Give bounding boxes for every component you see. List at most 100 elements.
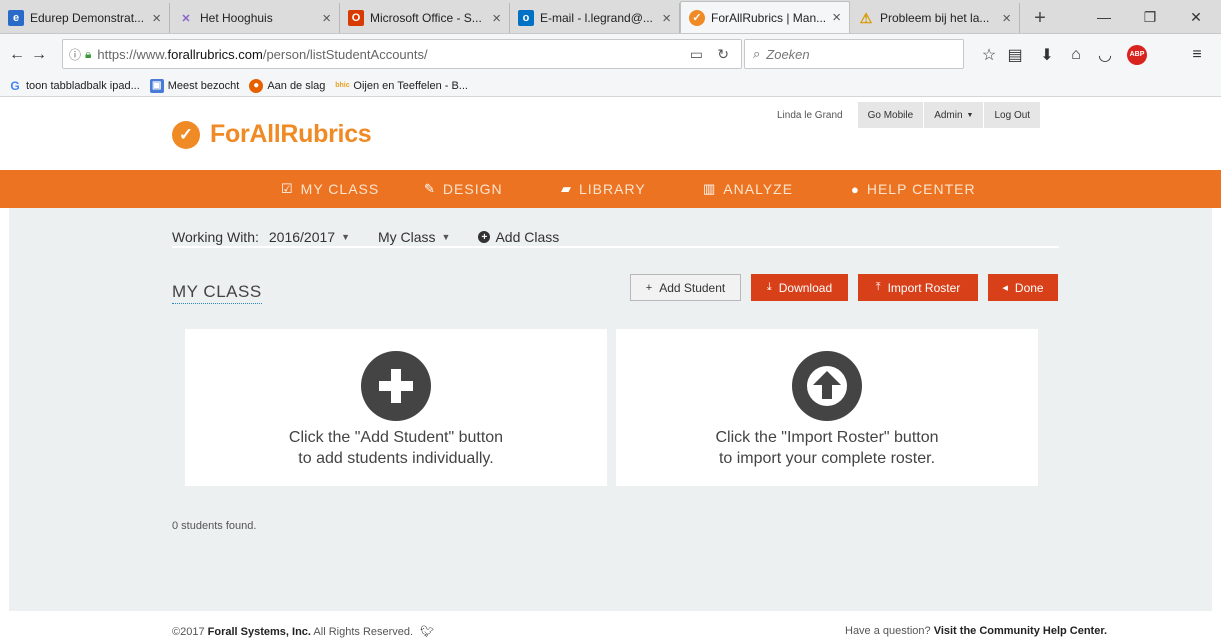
card-text-line: Click the "Import Roster" button [715,429,939,446]
done-button[interactable]: ◂ Done [988,274,1058,301]
logout-button[interactable]: Log Out [983,102,1041,128]
page-title: MY CLASS [172,282,262,304]
card-text: Click the "Import Roster" button to impo… [616,427,1038,469]
bookmarks-bar: G toon tabbladbalk ipad... ▣ Meest bezoc… [0,75,1221,97]
admin-menu-button[interactable]: Admin ▼ [923,102,984,128]
browser-tab[interactable]: ✕ Het Hooghuis × [170,3,340,33]
bookmark-label: Oijen en Teeffelen - B... [353,79,468,92]
browser-tab-bar: e Edurep Demonstrat... × ✕ Het Hooghuis … [0,0,1221,34]
tab-label: Microsoft Office - S... [370,11,482,25]
address-bar[interactable]: ⓘ 🔒︎ https://www. forallrubrics.com/perso… [62,39,742,69]
search-input[interactable]: ⌕ Zoeken [744,39,964,69]
browser-tab[interactable]: e Edurep Demonstrat... × [0,3,170,33]
url-host: forallrubrics.com [167,46,263,62]
add-student-card: Click the "Add Student" button to add st… [185,329,607,486]
bookmark-folder-icon: ▣ [149,78,164,93]
restore-icon[interactable]: ❐ [1127,0,1173,34]
bookmark[interactable]: ● Aan de slag [249,78,325,93]
checkmark-logo-icon: ✓ [172,120,200,149]
window-close-icon[interactable]: ✕ [1173,0,1219,34]
pencil-icon: ✎ [424,181,436,196]
forward-icon[interactable]: → [28,41,50,69]
nav-design[interactable]: ✎ DESIGN [424,170,503,208]
download-arrow-icon[interactable]: ⬇ [1034,42,1060,68]
rights-text: All Rights Reserved. [313,626,414,638]
download-button[interactable]: ⤓ Download [751,274,848,301]
browser-nav-bar: ← → ⓘ 🔒︎ https://www. forallrubrics.com/p… [0,34,1221,75]
warning-icon: ⚠ [859,9,873,26]
twitter-icon[interactable]: 🐦︎ [420,626,434,638]
footer: ©2017 Forall Systems, Inc. All Rights Re… [0,622,1221,639]
caret-left-icon: ◂ [1002,282,1008,294]
download-icon: ⤓ [766,281,772,293]
url-prefix: https://www. [97,46,168,62]
reload-icon[interactable]: ↻ [717,46,729,63]
minimize-icon[interactable]: — [1081,0,1127,34]
nav-library[interactable]: ▰ LIBRARY [561,170,646,208]
nav-help-center[interactable]: ● HELP CENTER [851,170,976,208]
go-mobile-button[interactable]: Go Mobile [856,102,924,128]
lock-icon: 🔒︎ [85,46,92,61]
browser-tab[interactable]: o E-mail - l.legrand@... × [510,3,680,33]
browser-tab[interactable]: O Microsoft Office - S... × [340,3,510,33]
card-text: Click the "Add Student" button to add st… [185,427,607,469]
nav-label: LIBRARY [579,181,646,197]
close-icon[interactable]: × [322,10,331,27]
admin-label: Admin [934,109,963,121]
search-placeholder: Zoeken [766,46,810,62]
adblock-icon[interactable]: ABP [1124,42,1150,68]
plus-circle-icon: + [478,231,491,243]
back-icon[interactable]: ← [6,41,28,69]
close-icon[interactable]: × [152,10,161,27]
url-path: /person/listStudentAccounts/ [262,46,428,62]
browser-tab[interactable]: ⚠ Probleem bij het la... × [850,3,1020,33]
import-roster-button[interactable]: ⤒ Import Roster [858,274,978,301]
bookmark[interactable]: bhic Oijen en Teeffelen - B... [335,79,468,93]
add-class-link[interactable]: + Add Class [478,229,559,245]
import-icon: ⤒ [875,281,881,293]
library-icon[interactable]: ▤ [1002,42,1028,68]
menu-icon[interactable]: ≡ [1184,42,1210,68]
help-center-link[interactable]: Visit the Community Help Center. [934,625,1107,637]
search-icon: ⌕ [753,46,761,61]
download-label: Download [778,280,833,295]
nav-my-class[interactable]: ☑ MY CLASS [281,170,379,208]
site-logo[interactable]: ✓ ForAllRubrics [172,120,372,149]
bookmark-label: Meest bezocht [167,79,240,92]
working-with-bar: Working With: 2016/2017 ▼ My Class ▼ + Add … [172,228,1059,248]
card-text-line: to import your complete roster. [718,450,936,467]
working-with-label: Working With: [172,229,259,245]
user-name[interactable]: Linda le Grand [763,102,857,128]
add-class-label: Add Class [495,229,560,245]
firefox-icon: ● [249,78,264,93]
add-student-button[interactable]: + Add Student [630,274,741,301]
tab-label: Het Hooghuis [200,11,273,25]
reader-view-icon[interactable]: ▭ [690,46,703,63]
nav-analyze[interactable]: ▥ ANALYZE [703,170,793,208]
plus-circle-icon [361,351,431,421]
main-nav: ☑ MY CLASS ✎ DESIGN ▰ LIBRARY ▥ ANALYZE … [0,170,1221,208]
close-icon[interactable]: × [1002,10,1011,27]
pocket-icon[interactable]: ◡ [1092,42,1118,68]
caret-down-icon: ▼ [341,232,350,242]
star-icon[interactable]: ☆ [976,42,1002,68]
hooghuis-icon: ✕ [181,12,191,25]
year-select[interactable]: 2016/2017 ▼ [269,229,350,245]
company-name[interactable]: Forall Systems, Inc. [208,626,311,638]
logo-text-bold: ForAll [210,120,281,148]
close-icon[interactable]: × [662,10,671,27]
close-icon[interactable]: × [492,10,501,27]
close-icon[interactable]: × [832,9,841,26]
browser-tab-active[interactable]: ✓ ForAllRubrics | Man... × [680,1,850,33]
bookmark[interactable]: ▣ Meest bezocht [149,78,240,93]
bookmark[interactable]: G toon tabbladbalk ipad... [8,79,139,93]
plus-icon: + [645,281,653,294]
info-icon[interactable]: ⓘ [69,46,81,63]
class-select[interactable]: My Class ▼ [378,229,450,245]
logo-text: ForAllRubrics [210,120,372,149]
new-tab-button[interactable]: + [1020,3,1060,33]
outlook-icon: o [518,10,534,26]
home-icon[interactable]: ⌂ [1063,42,1089,68]
class-value: My Class [377,229,436,245]
add-student-label: Add Student [659,280,726,295]
